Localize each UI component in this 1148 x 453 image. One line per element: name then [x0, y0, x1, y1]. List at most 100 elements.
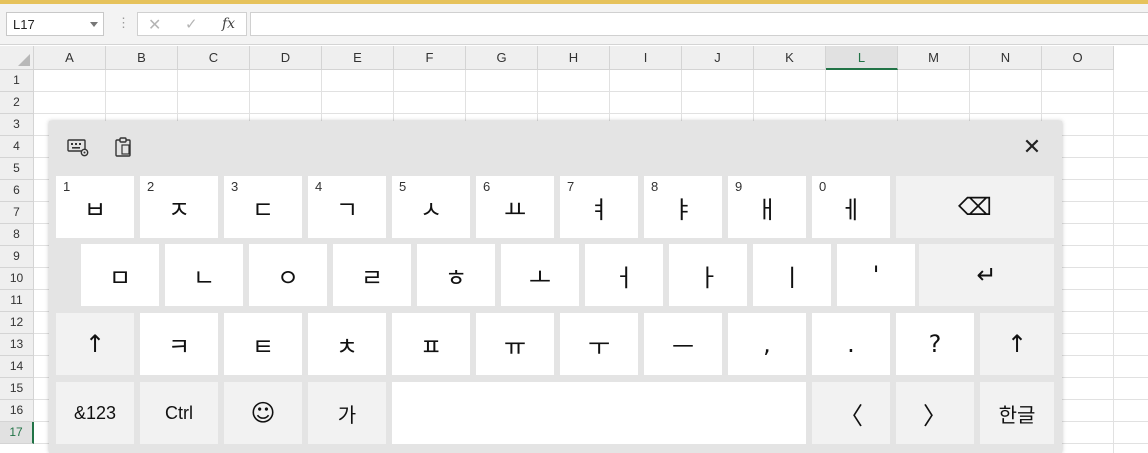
row-header-3[interactable]: 3 — [0, 114, 34, 136]
insert-function-button[interactable]: fx — [222, 16, 235, 32]
row-header-2[interactable]: 2 — [0, 92, 34, 114]
emoji-key[interactable]: ☺ — [224, 382, 302, 444]
row-header-16[interactable]: 16 — [0, 400, 34, 422]
key-row2-8[interactable]: ㅏ — [669, 244, 747, 306]
chevron-down-icon[interactable] — [90, 22, 98, 27]
shift-arrow-icon: ↑ — [1006, 330, 1028, 358]
key-row3-7[interactable]: ㅡ — [644, 313, 722, 375]
key-row1-2[interactable]: 2ㅈ — [140, 176, 218, 238]
language-key[interactable]: 한글 — [980, 382, 1054, 444]
row-header-14[interactable]: 14 — [0, 356, 34, 378]
cursor-left-key[interactable]: 〈 — [812, 382, 890, 444]
key-row2-4[interactable]: ㄹ — [333, 244, 411, 306]
key-row3-2[interactable]: ㅌ — [224, 313, 302, 375]
key-row1-7[interactable]: 7ㅕ — [560, 176, 638, 238]
space-key[interactable] — [392, 382, 806, 444]
enter-key[interactable]: ↵ — [919, 244, 1054, 306]
column-header-g[interactable]: G — [466, 46, 538, 70]
key-row3-6[interactable]: ㅜ — [560, 313, 638, 375]
row-header-13[interactable]: 13 — [0, 334, 34, 356]
row-header-1[interactable]: 1 — [0, 70, 34, 92]
key-number-hint: 2 — [147, 179, 155, 194]
row-header-10[interactable]: 10 — [0, 268, 34, 290]
formula-input[interactable] — [250, 12, 1148, 36]
key-label: ㅑ — [671, 195, 695, 224]
keyboard-toolbar: ✕ — [49, 121, 1062, 173]
shift-key-right[interactable]: ↑ — [980, 313, 1054, 375]
backspace-key[interactable]: ⌫ — [896, 176, 1054, 238]
key-row1-5[interactable]: 5ㅅ — [392, 176, 470, 238]
key-row2-1[interactable]: ㅁ — [81, 244, 159, 306]
key-number-hint: 5 — [399, 179, 407, 194]
key-label: ㅁ — [108, 263, 132, 292]
key-row3-1[interactable]: ㅋ — [140, 313, 218, 375]
key-row1-9[interactable]: 9ㅐ — [728, 176, 806, 238]
key-row1-3[interactable]: 3ㄷ — [224, 176, 302, 238]
column-header-k[interactable]: K — [754, 46, 826, 70]
key-row3-10[interactable]: ? — [896, 313, 974, 375]
column-header-l[interactable]: L — [826, 46, 898, 70]
clipboard-icon[interactable] — [107, 131, 139, 163]
key-row3-8[interactable]: , — [728, 313, 806, 375]
row-header-17[interactable]: 17 — [0, 422, 34, 444]
row-header-8[interactable]: 8 — [0, 224, 34, 246]
column-header-f[interactable]: F — [394, 46, 466, 70]
key-row1-8[interactable]: 8ㅑ — [644, 176, 722, 238]
key-row3-9[interactable]: . — [812, 313, 890, 375]
key-number-hint: 3 — [231, 179, 239, 194]
key-row3-3[interactable]: ㅊ — [308, 313, 386, 375]
key-row2-2[interactable]: ㄴ — [165, 244, 243, 306]
key-row3-4[interactable]: ㅍ — [392, 313, 470, 375]
shift-key-left[interactable]: ↑ — [56, 313, 134, 375]
row-header-11[interactable]: 11 — [0, 290, 34, 312]
close-icon[interactable]: ✕ — [1016, 131, 1048, 163]
row-header-5[interactable]: 5 — [0, 158, 34, 180]
key-row2-10[interactable]: ' — [837, 244, 915, 306]
row-header-6[interactable]: 6 — [0, 180, 34, 202]
column-header-d[interactable]: D — [250, 46, 322, 70]
column-header-i[interactable]: I — [610, 46, 682, 70]
chevron-right-icon: 〉 — [923, 401, 947, 430]
hangul-char-key[interactable]: 가 — [308, 382, 386, 444]
key-row2-5[interactable]: ㅎ — [417, 244, 495, 306]
column-header-m[interactable]: M — [898, 46, 970, 70]
key-row2-3[interactable]: ㅇ — [249, 244, 327, 306]
column-header-h[interactable]: H — [538, 46, 610, 70]
key-row1-6[interactable]: 6ㅛ — [476, 176, 554, 238]
column-header-a[interactable]: A — [34, 46, 106, 70]
key-label: ? — [928, 330, 942, 358]
column-header-j[interactable]: J — [682, 46, 754, 70]
row-header-7[interactable]: 7 — [0, 202, 34, 224]
column-header-e[interactable]: E — [322, 46, 394, 70]
key-row1-10[interactable]: 0ㅔ — [812, 176, 890, 238]
enter-check-icon[interactable]: ✓ — [185, 15, 198, 33]
row-header-15[interactable]: 15 — [0, 378, 34, 400]
select-all-corner[interactable] — [0, 46, 34, 70]
column-header-n[interactable]: N — [970, 46, 1042, 70]
column-header-c[interactable]: C — [178, 46, 250, 70]
column-header-b[interactable]: B — [106, 46, 178, 70]
ctrl-key[interactable]: Ctrl — [140, 382, 218, 444]
key-label: ㄴ — [192, 263, 216, 292]
row-header-12[interactable]: 12 — [0, 312, 34, 334]
chevron-left-icon: 〈 — [839, 401, 863, 430]
column-header-o[interactable]: O — [1042, 46, 1114, 70]
key-row3-5[interactable]: ㅠ — [476, 313, 554, 375]
row-header-9[interactable]: 9 — [0, 246, 34, 268]
key-row2-6[interactable]: ㅗ — [501, 244, 579, 306]
keyboard-settings-icon[interactable] — [62, 131, 94, 163]
key-row1-4[interactable]: 4ㄱ — [308, 176, 386, 238]
cancel-icon[interactable]: ✕ — [148, 15, 161, 35]
name-box[interactable]: L17 — [6, 12, 104, 36]
cursor-right-key[interactable]: 〉 — [896, 382, 974, 444]
key-label: ㅌ — [251, 332, 275, 361]
key-row1-1[interactable]: 1ㅂ — [56, 176, 134, 238]
key-label: ㄹ — [360, 263, 384, 292]
symbols-key[interactable]: &123 — [56, 382, 134, 444]
key-label: , — [763, 330, 771, 358]
key-number-hint: 9 — [735, 179, 743, 194]
key-row2-9[interactable]: ㅣ — [753, 244, 831, 306]
key-row2-7[interactable]: ㅓ — [585, 244, 663, 306]
row-header-4[interactable]: 4 — [0, 136, 34, 158]
key-number-hint: 6 — [483, 179, 491, 194]
